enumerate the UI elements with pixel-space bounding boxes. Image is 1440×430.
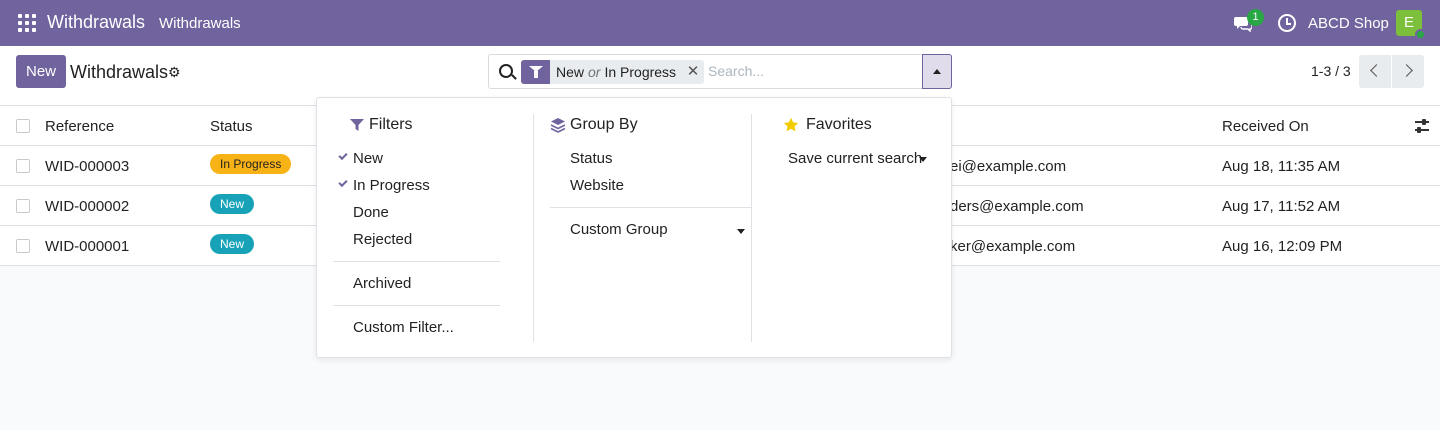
check-icon <box>338 150 348 161</box>
filter-facet: New or In Progress ✕ <box>521 60 705 84</box>
column-header-status[interactable]: Status <box>210 118 253 135</box>
caret-down-icon <box>737 229 745 234</box>
company-switcher[interactable]: ABCD Shop <box>1308 15 1389 32</box>
row-email: ker@example.com <box>950 238 1076 255</box>
facet-value-new: New <box>556 64 585 80</box>
filter-item-done[interactable]: Done <box>353 204 389 221</box>
row-checkbox[interactable] <box>16 239 30 253</box>
row-received-on: Aug 16, 12:09 PM <box>1222 238 1343 255</box>
chat-count-badge: 1 <box>1247 9 1264 26</box>
filter-item-in-progress[interactable]: In Progress <box>333 177 517 197</box>
group-by-item-status[interactable]: Status <box>570 150 613 167</box>
gear-icon[interactable]: ⚙ <box>168 64 181 81</box>
divider <box>550 207 751 208</box>
filters-section: Filters New In Progress Done Rejected Ar… <box>333 114 517 342</box>
close-icon[interactable]: ✕ <box>682 60 704 84</box>
page-title: Withdrawals <box>70 62 169 82</box>
filter-item-new[interactable]: New <box>333 150 517 170</box>
status-badge: New <box>210 234 255 254</box>
filter-label: New <box>353 150 384 167</box>
divider <box>333 261 500 262</box>
row-reference: WID-000003 <box>45 158 130 175</box>
pager-next-button[interactable] <box>1392 55 1424 88</box>
save-current-search-label: Save current search <box>788 150 923 167</box>
save-current-search-button[interactable]: Save current search <box>788 150 933 170</box>
filters-title: Filters <box>369 116 413 133</box>
search-panel-toggle-button[interactable] <box>922 54 952 89</box>
apps-menu-icon[interactable] <box>18 14 36 32</box>
star-icon <box>783 117 799 132</box>
custom-filter-link[interactable]: Custom Filter... <box>353 319 454 336</box>
facet-value-in-progress: In Progress <box>604 64 677 80</box>
avatar-initial: E <box>1403 14 1414 31</box>
custom-group-label: Custom Group <box>570 221 668 238</box>
filter-icon <box>350 119 364 131</box>
row-checkbox[interactable] <box>16 159 30 173</box>
optional-columns-icon[interactable] <box>1413 117 1431 135</box>
row-email: ders@example.com <box>950 198 1084 215</box>
facet-values: New or In Progress <box>550 60 682 84</box>
row-reference: WID-000001 <box>45 238 130 255</box>
pager-value[interactable]: 1-3 / 3 <box>1311 63 1351 79</box>
filter-item-archived[interactable]: Archived <box>353 275 411 292</box>
pager-previous-button[interactable] <box>1359 55 1391 88</box>
facet-or: or <box>588 64 601 80</box>
user-avatar[interactable]: E <box>1396 10 1426 40</box>
filter-label: In Progress <box>353 177 430 194</box>
search-input[interactable] <box>708 63 908 79</box>
search-panel-dropdown: Filters New In Progress Done Rejected Ar… <box>316 97 952 358</box>
favorites-section: Favorites Save current search <box>751 114 941 342</box>
status-badge: In Progress <box>210 154 292 174</box>
layers-icon <box>550 118 566 133</box>
row-reference: WID-000002 <box>45 198 130 215</box>
filter-item-rejected[interactable]: Rejected <box>353 231 412 248</box>
custom-group-select[interactable]: Custom Group <box>570 221 746 241</box>
online-status-dot <box>1415 29 1426 40</box>
new-button[interactable]: New <box>16 55 66 88</box>
search-icon[interactable] <box>499 64 513 78</box>
top-navbar: Withdrawals Withdrawals 1 ABCD Shop E <box>0 0 1440 46</box>
group-by-section: Group By Status Website Custom Group <box>533 114 751 342</box>
group-by-item-website[interactable]: Website <box>570 177 624 194</box>
select-all-checkbox[interactable] <box>16 119 30 133</box>
column-header-received-on[interactable]: Received On <box>1222 118 1309 135</box>
row-received-on: Aug 17, 11:52 AM <box>1222 198 1341 215</box>
row-checkbox[interactable] <box>16 199 30 213</box>
search-bar[interactable]: New or In Progress ✕ <box>488 54 952 89</box>
row-received-on: Aug 18, 11:35 AM <box>1222 158 1341 175</box>
column-header-reference[interactable]: Reference <box>45 118 114 135</box>
divider <box>333 305 500 306</box>
check-icon <box>338 177 348 188</box>
filter-icon <box>521 60 550 84</box>
app-brand[interactable]: Withdrawals <box>47 12 145 33</box>
caret-down-icon <box>919 157 927 162</box>
group-by-title: Group By <box>570 116 638 133</box>
menu-withdrawals[interactable]: Withdrawals <box>159 15 241 32</box>
favorites-title: Favorites <box>806 116 872 133</box>
row-email: ei@example.com <box>950 158 1067 175</box>
activity-clock-icon[interactable] <box>1278 14 1296 32</box>
status-badge: New <box>210 194 255 214</box>
